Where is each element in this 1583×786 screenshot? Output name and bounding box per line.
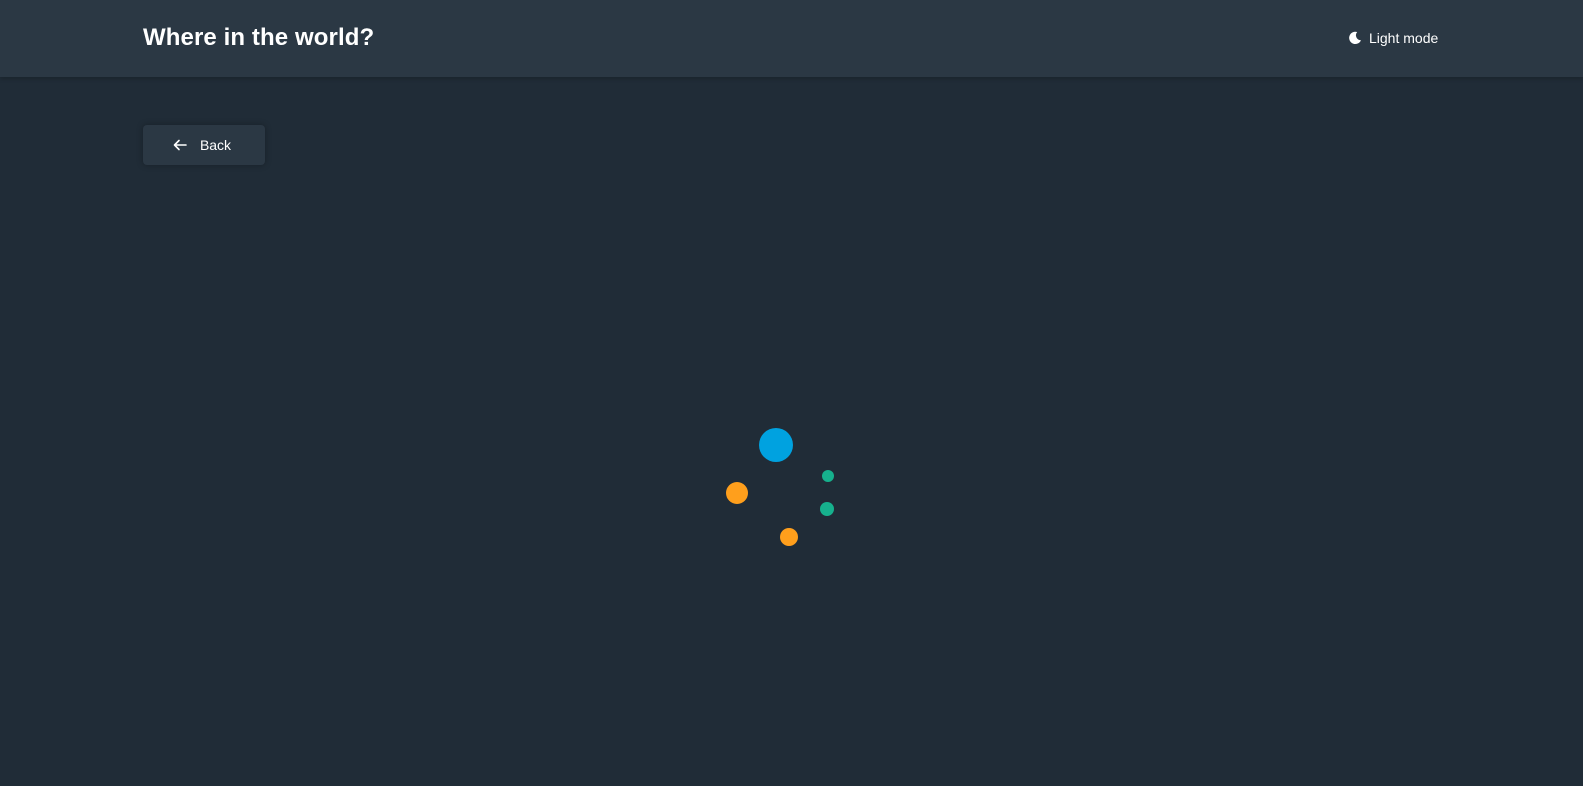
theme-toggle-button[interactable]: Light mode [1348, 26, 1438, 50]
loader-dot-large-blue [759, 428, 793, 462]
loader-dot-orange-bottom [780, 528, 798, 546]
loading-spinner [720, 425, 850, 565]
app-header: Where in the world? Light mode [0, 0, 1583, 77]
arrow-left-icon [173, 139, 187, 151]
theme-toggle-label: Light mode [1369, 30, 1439, 46]
back-button[interactable]: Back [143, 125, 265, 165]
loader-dot-orange-left [726, 482, 748, 504]
back-label: Back [199, 137, 232, 153]
app-title: Where in the world? [143, 24, 375, 51]
moon-icon [1348, 31, 1362, 45]
loader-dot-green-top [822, 470, 834, 482]
loader-dot-green-right [820, 502, 834, 516]
